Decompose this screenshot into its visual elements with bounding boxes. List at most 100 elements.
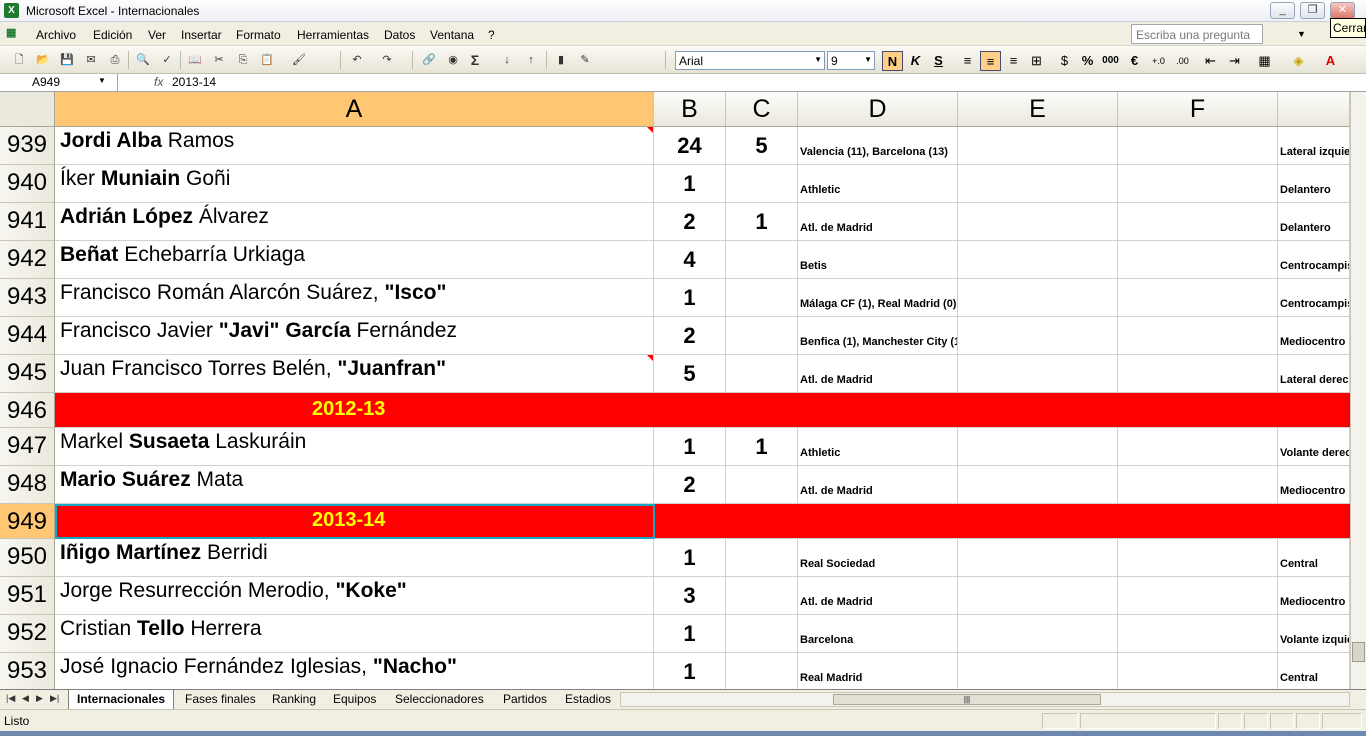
empty-cell[interactable]	[1118, 539, 1278, 577]
row-header[interactable]: 952	[0, 615, 55, 653]
column-header-g[interactable]	[1278, 92, 1350, 127]
caps-cell[interactable]: 3	[654, 577, 726, 615]
row-header[interactable]: 949	[0, 504, 55, 539]
menu-formato[interactable]: Formato	[236, 28, 281, 42]
caps-cell[interactable]: 4	[654, 241, 726, 279]
empty-cell[interactable]	[1118, 577, 1278, 615]
player-name-cell[interactable]: Markel Susaeta Laskuráin	[55, 428, 654, 466]
insert-function-icon[interactable]: fx	[154, 75, 163, 89]
sheet-tab-ranking[interactable]: Ranking	[264, 690, 324, 709]
scroll-thumb[interactable]: |||	[833, 694, 1101, 705]
empty-cell[interactable]	[1118, 279, 1278, 317]
menu-herramientas[interactable]: Herramientas	[297, 28, 369, 42]
goals-cell[interactable]: 1	[726, 428, 798, 466]
fill-color-icon[interactable]: ◈	[1288, 51, 1309, 71]
position-cell[interactable]: Lateral izquierdo	[1278, 127, 1350, 165]
row-header[interactable]: 945	[0, 355, 55, 393]
menu-insertar[interactable]: Insertar	[181, 28, 222, 42]
empty-cell[interactable]	[1118, 317, 1278, 355]
font-name-select[interactable]: Arial ▼	[675, 51, 825, 70]
zoom-control[interactable]	[605, 52, 623, 68]
empty-cell[interactable]	[1118, 355, 1278, 393]
club-cell[interactable]: Atl. de Madrid	[798, 577, 958, 615]
player-name-cell[interactable]: Adrián López Álvarez	[55, 203, 654, 241]
goals-cell[interactable]	[726, 165, 798, 203]
caps-cell[interactable]: 5	[654, 355, 726, 393]
caps-cell[interactable]: 1	[654, 165, 726, 203]
goals-cell[interactable]	[726, 615, 798, 653]
menu-archivo[interactable]: Archivo	[36, 28, 76, 42]
selected-cell[interactable]	[55, 504, 655, 539]
empty-cell[interactable]	[958, 241, 1118, 279]
row-header[interactable]: 950	[0, 539, 55, 577]
row-header[interactable]: 944	[0, 317, 55, 355]
spreadsheet-grid[interactable]: A B C D E F 939 Jordi Alba Ramos 24 5 Valenc…	[0, 92, 1350, 689]
thousands-button[interactable]: 000	[1100, 51, 1121, 71]
row-header[interactable]: 946	[0, 393, 55, 428]
row-header[interactable]: 948	[0, 466, 55, 504]
empty-cell[interactable]	[1118, 428, 1278, 466]
prev-sheet-icon[interactable]: ◀	[22, 693, 29, 704]
goals-cell[interactable]	[726, 317, 798, 355]
club-cell[interactable]: Real Madrid	[798, 653, 958, 689]
sheet-tab-equipos[interactable]: Equipos	[325, 690, 384, 709]
new-icon[interactable]: 🗋	[10, 52, 28, 68]
copy-icon[interactable]: ⎘	[234, 52, 252, 68]
row-header[interactable]: 942	[0, 241, 55, 279]
empty-cell[interactable]	[958, 317, 1118, 355]
vertical-scrollbar[interactable]	[1350, 92, 1366, 689]
player-name-cell[interactable]: Íker Muniain Goñi	[55, 165, 654, 203]
sheet-tab-estadios[interactable]: Estadios	[557, 690, 619, 709]
increase-decimal-icon[interactable]: +.0	[1148, 51, 1169, 71]
player-name-cell[interactable]: Iñigo Martínez Berridi	[55, 539, 654, 577]
menu-ventana[interactable]: Ventana	[430, 28, 474, 42]
empty-cell[interactable]	[1118, 653, 1278, 689]
chart-wizard-icon[interactable]: ▮	[552, 52, 570, 68]
comment-indicator[interactable]	[647, 355, 653, 361]
empty-cell[interactable]	[958, 203, 1118, 241]
merge-center-icon[interactable]: ⊞	[1026, 51, 1047, 71]
select-all-corner[interactable]	[0, 92, 55, 127]
player-name-cell[interactable]: Francisco Román Alarcón Suárez, "Isco"	[55, 279, 654, 317]
permission-icon[interactable]: ✉	[82, 52, 100, 68]
font-color-icon[interactable]: A	[1320, 51, 1341, 71]
player-name-cell[interactable]: Francisco Javier "Javi" García Fernández	[55, 317, 654, 355]
workbook-icon[interactable]: ▦	[6, 26, 24, 42]
empty-cell[interactable]	[958, 577, 1118, 615]
row-header[interactable]: 939	[0, 127, 55, 165]
save-icon[interactable]: 💾	[58, 52, 76, 68]
menu-datos[interactable]: Datos	[384, 28, 415, 42]
close-button[interactable]: ✕	[1330, 2, 1355, 19]
club-cell[interactable]: Málaga CF (1), Real Madrid (0)	[798, 279, 958, 317]
caps-cell[interactable]: 2	[654, 203, 726, 241]
horizontal-scrollbar[interactable]: |||	[620, 692, 1350, 707]
row-header[interactable]: 943	[0, 279, 55, 317]
minimize-button[interactable]: _	[1270, 2, 1295, 19]
row-header[interactable]: 951	[0, 577, 55, 615]
goals-cell[interactable]	[726, 241, 798, 279]
club-cell[interactable]: Atl. de Madrid	[798, 466, 958, 504]
club-cell[interactable]: Valencia (11), Barcelona (13)	[798, 127, 958, 165]
name-box[interactable]: A949 ▼	[0, 74, 118, 92]
spelling-icon[interactable]: ✓	[158, 52, 176, 68]
goals-cell[interactable]: 5	[726, 127, 798, 165]
caps-cell[interactable]: 1	[654, 653, 726, 689]
align-right-icon[interactable]: ≡	[1003, 51, 1024, 71]
caps-cell[interactable]: 2	[654, 317, 726, 355]
research-icon[interactable]: 📖	[186, 52, 204, 68]
caps-cell[interactable]: 1	[654, 279, 726, 317]
column-header-f[interactable]: F	[1118, 92, 1278, 127]
position-cell[interactable]: Lateral derecho	[1278, 355, 1350, 393]
next-sheet-icon[interactable]: ▶	[36, 693, 43, 704]
column-header-c[interactable]: C	[726, 92, 798, 127]
sheet-tab-fases-finales[interactable]: Fases finales	[177, 690, 264, 709]
row-header[interactable]: 940	[0, 165, 55, 203]
position-cell[interactable]: Mediocentro	[1278, 317, 1350, 355]
player-name-cell[interactable]: Beñat Echebarría Urkiaga	[55, 241, 654, 279]
club-cell[interactable]: Betis	[798, 241, 958, 279]
sort-descending-icon[interactable]: ↑	[522, 52, 540, 68]
borders-icon[interactable]: ▦	[1254, 51, 1275, 71]
caps-cell[interactable]: 1	[654, 615, 726, 653]
player-name-cell[interactable]: Mario Suárez Mata	[55, 466, 654, 504]
position-cell[interactable]: Mediocentro	[1278, 577, 1350, 615]
